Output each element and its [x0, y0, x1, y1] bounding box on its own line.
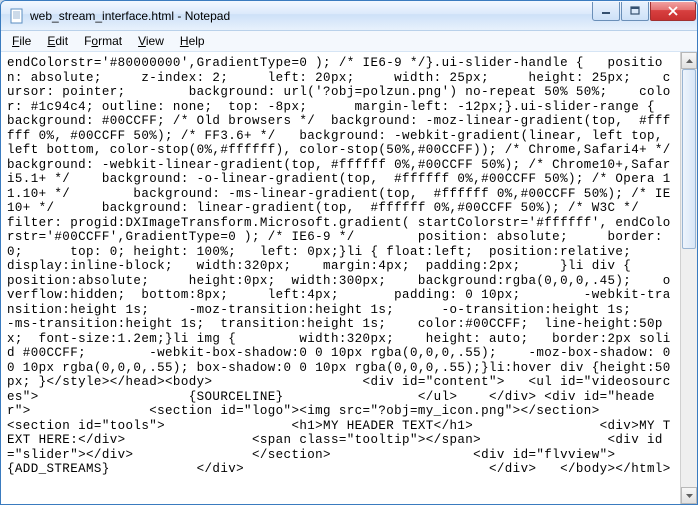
- titlebar[interactable]: web_stream_interface.html - Notepad: [1, 1, 697, 31]
- menu-file[interactable]: File: [5, 32, 38, 50]
- app-window: web_stream_interface.html - Notepad File…: [0, 0, 698, 505]
- scroll-down-button[interactable]: [681, 487, 697, 504]
- close-icon: [667, 6, 679, 16]
- minimize-button[interactable]: [592, 2, 620, 21]
- vertical-scrollbar[interactable]: [680, 52, 697, 504]
- menubar: File Edit Format View Help: [1, 31, 697, 52]
- menu-view[interactable]: View: [131, 32, 171, 50]
- maximize-icon: [630, 6, 640, 16]
- editor-area: endColorstr='#80000000',GradientType=0 )…: [1, 52, 697, 504]
- scroll-down-arrow-icon: [686, 494, 693, 498]
- close-button[interactable]: [650, 2, 696, 21]
- minimize-icon: [601, 6, 611, 16]
- text-editor[interactable]: endColorstr='#80000000',GradientType=0 )…: [1, 52, 680, 504]
- maximize-button[interactable]: [621, 2, 649, 21]
- notepad-icon: [9, 8, 25, 24]
- window-controls: [592, 2, 696, 21]
- scroll-thumb[interactable]: [682, 69, 696, 249]
- menu-edit[interactable]: Edit: [40, 32, 75, 50]
- menu-help[interactable]: Help: [173, 32, 212, 50]
- window-title: web_stream_interface.html - Notepad: [30, 9, 592, 23]
- scroll-track[interactable]: [681, 69, 697, 487]
- scroll-up-button[interactable]: [681, 52, 697, 69]
- scroll-up-arrow-icon: [686, 59, 693, 63]
- menu-format[interactable]: Format: [77, 32, 129, 50]
